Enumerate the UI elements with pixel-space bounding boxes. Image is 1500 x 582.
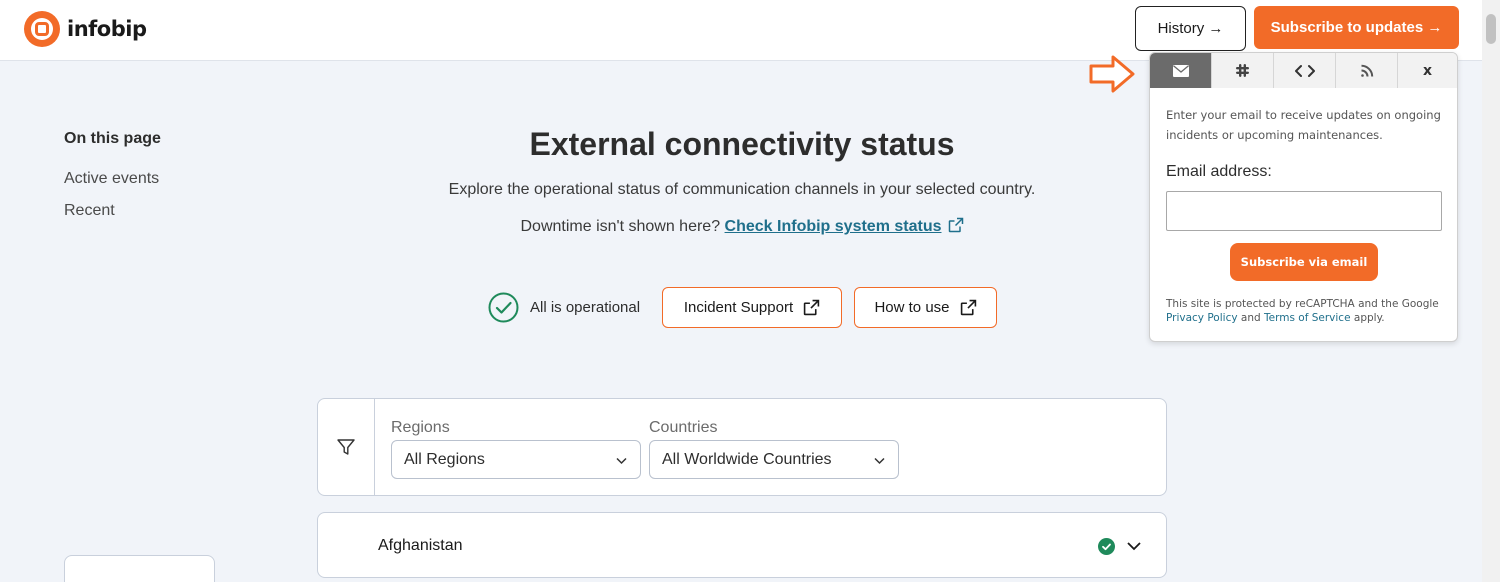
page-subtitle: Explore the operational status of commun…	[448, 181, 1036, 198]
toc-item-active-events[interactable]: Active events	[64, 170, 159, 188]
subscribe-tabs: x	[1150, 53, 1457, 88]
countries-label: Countries	[649, 419, 718, 436]
email-address-label: Email address:	[1166, 163, 1272, 180]
recaptcha-notice: This site is protected by reCAPTCHA and …	[1166, 297, 1451, 325]
popup-description: Enter your email to receive updates on o…	[1166, 108, 1441, 142]
subscribe-popup: x Enter your email to receive updates on…	[1149, 52, 1458, 342]
countries-select[interactable]: All Worldwide Countries	[649, 440, 899, 479]
terms-of-service-link[interactable]: Terms of Service	[1264, 312, 1351, 324]
envelope-icon	[1172, 64, 1189, 77]
on-this-page-title: On this page	[64, 130, 161, 147]
close-icon: x	[1422, 62, 1433, 79]
slack-icon	[1236, 64, 1249, 77]
tab-webhook[interactable]	[1274, 53, 1336, 88]
incident-support-label: Incident Support	[683, 299, 794, 316]
system-status-link[interactable]: Check Infobip system status	[725, 218, 942, 235]
filter-icon-cell	[318, 399, 375, 495]
country-row-afghanistan[interactable]: Afghanistan	[317, 512, 1167, 578]
filter-icon	[337, 439, 355, 455]
filter-panel: Regions All Regions Countries All Worldw…	[317, 398, 1167, 496]
subscribe-via-email-button[interactable]: Subscribe via email	[1230, 243, 1378, 281]
code-icon	[1294, 64, 1315, 77]
regions-select[interactable]: All Regions	[391, 440, 641, 479]
scrollbar-thumb[interactable]	[1486, 14, 1496, 44]
infobip-logo-icon	[24, 11, 60, 47]
recaptcha-and-text: and	[1240, 312, 1261, 324]
downtime-note: Downtime isn't shown here? Check Infobip…	[317, 217, 1167, 236]
pointer-arrow-icon	[1089, 55, 1135, 93]
regions-label: Regions	[391, 419, 450, 436]
downtime-text: Downtime isn't shown here?	[520, 218, 721, 235]
chevron-down-icon[interactable]	[1126, 539, 1142, 553]
email-address-input[interactable]	[1166, 191, 1442, 231]
tab-email[interactable]	[1150, 53, 1212, 88]
toc-item-recent[interactable]: Recent	[64, 202, 115, 220]
external-link-icon	[960, 299, 976, 316]
operational-status-icon	[1098, 538, 1115, 555]
regions-selected-value: All Regions	[404, 450, 485, 468]
rss-icon	[1360, 64, 1373, 77]
page-title: External connectivity status	[529, 126, 955, 162]
incident-support-button[interactable]: Incident Support	[662, 287, 842, 328]
subscribe-to-updates-button[interactable]: Subscribe to updates →	[1254, 6, 1459, 49]
external-link-icon	[803, 299, 820, 316]
sidebar-card	[64, 555, 215, 582]
tab-slack[interactable]	[1212, 53, 1274, 88]
recaptcha-suffix-text: apply.	[1353, 312, 1385, 324]
privacy-policy-link[interactable]: Privacy Policy	[1166, 312, 1238, 324]
recaptcha-text: This site is protected by reCAPTCHA and …	[1166, 298, 1439, 310]
status-label: All is operational	[530, 299, 641, 316]
countries-selected-value: All Worldwide Countries	[662, 450, 832, 468]
history-button[interactable]: History →	[1135, 6, 1246, 51]
check-circle-icon	[488, 292, 519, 323]
logo-text: infobip	[67, 17, 147, 41]
close-popup-button[interactable]: x	[1398, 53, 1457, 88]
external-link-icon[interactable]	[948, 217, 964, 233]
how-to-use-button[interactable]: How to use	[854, 287, 997, 328]
infobip-logo[interactable]: infobip	[24, 11, 147, 47]
chevron-down-icon	[874, 457, 885, 465]
country-name: Afghanistan	[378, 537, 463, 554]
tab-rss[interactable]	[1336, 53, 1398, 88]
how-to-use-label: How to use	[874, 299, 950, 316]
page-scrollbar[interactable]	[1482, 0, 1500, 582]
chevron-down-icon	[616, 457, 627, 465]
overall-status: All is operational	[488, 292, 640, 323]
